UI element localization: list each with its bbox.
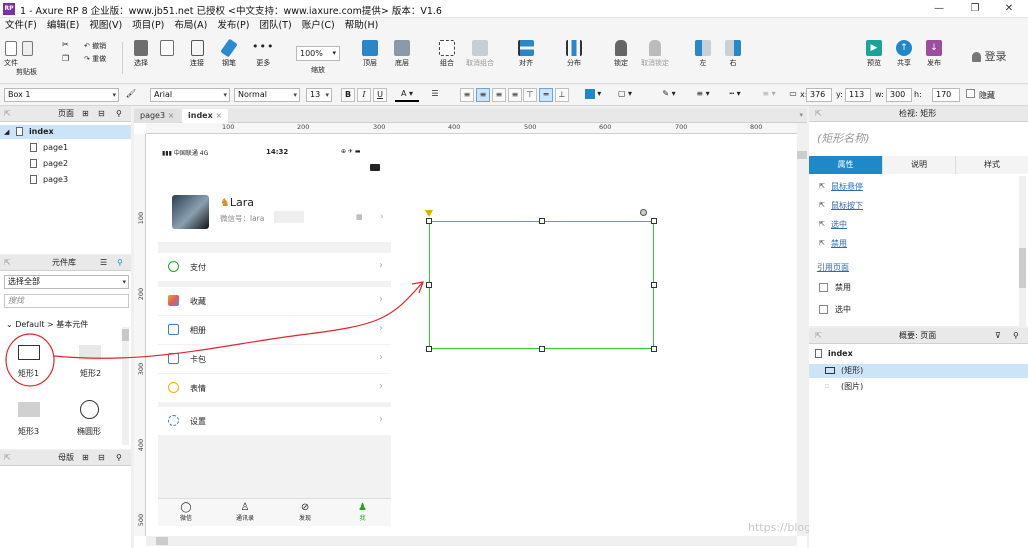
- outline-item-image[interactable]: ▫ (图片): [825, 381, 863, 392]
- reference-page-link[interactable]: 引用页面: [817, 262, 849, 273]
- outline-header: ⇱ 概要: 页面 ⊽ ⚲: [809, 328, 1028, 344]
- selected-checkbox-label: 选中: [835, 305, 851, 314]
- image-icon: ▫: [825, 382, 830, 390]
- disabled-checkbox[interactable]: [819, 283, 828, 292]
- search-icon[interactable]: ⚲: [1013, 328, 1019, 344]
- outline-root-label: index: [828, 349, 853, 358]
- annotation-circle: [5, 333, 55, 387]
- interaction-mousedown[interactable]: 鼠标按下: [831, 200, 863, 211]
- outline-root[interactable]: index: [815, 349, 853, 358]
- interaction-hover[interactable]: 鼠标悬停: [831, 181, 863, 192]
- dock-icon[interactable]: ⇱: [815, 328, 822, 344]
- outline-item-rectangle[interactable]: (矩形): [809, 364, 1028, 378]
- interaction-disabled[interactable]: 禁用: [831, 238, 847, 249]
- filter-icon[interactable]: ⊽: [995, 328, 1001, 344]
- interaction-selected[interactable]: 选中: [831, 219, 847, 230]
- widget-name-input[interactable]: (矩形名称): [817, 130, 870, 146]
- disabled-checkbox-label: 禁用: [835, 283, 851, 292]
- inspect-header: ⇱ 检视: 矩形: [809, 106, 1028, 122]
- scroll-thumb[interactable]: [1019, 248, 1026, 288]
- tab-style[interactable]: 样式: [955, 156, 1028, 174]
- outline-item-label: (矩形): [841, 366, 864, 375]
- inspect-panel: ⇱ 检视: 矩形 (矩形名称) 属性 说明 样式 ⇱ 鼠标悬停 ⇱ 鼠标按下 ⇱…: [809, 106, 1028, 326]
- selected-icon: ⇱: [819, 220, 825, 228]
- outline-title: 概要: 页面: [899, 331, 937, 340]
- dock-icon[interactable]: ⇱: [815, 106, 822, 122]
- tab-notes[interactable]: 说明: [882, 156, 955, 174]
- rectangle-icon: [825, 367, 835, 374]
- mousedown-icon: ⇱: [819, 201, 825, 209]
- inspect-title: 检视: 矩形: [899, 109, 937, 118]
- hover-icon: ⇱: [819, 182, 825, 190]
- outline-item-label: (图片): [841, 382, 864, 391]
- outline-panel: ⇱ 概要: 页面 ⊽ ⚲ index (矩形) ▫ (图片): [809, 328, 1028, 548]
- annotation-arrow: [53, 282, 423, 359]
- selected-checkbox[interactable]: [819, 305, 828, 314]
- tab-properties[interactable]: 属性: [809, 156, 882, 174]
- disabled-icon: ⇱: [819, 239, 825, 247]
- page-icon: [815, 349, 822, 358]
- inspect-scrollbar[interactable]: [1019, 176, 1026, 326]
